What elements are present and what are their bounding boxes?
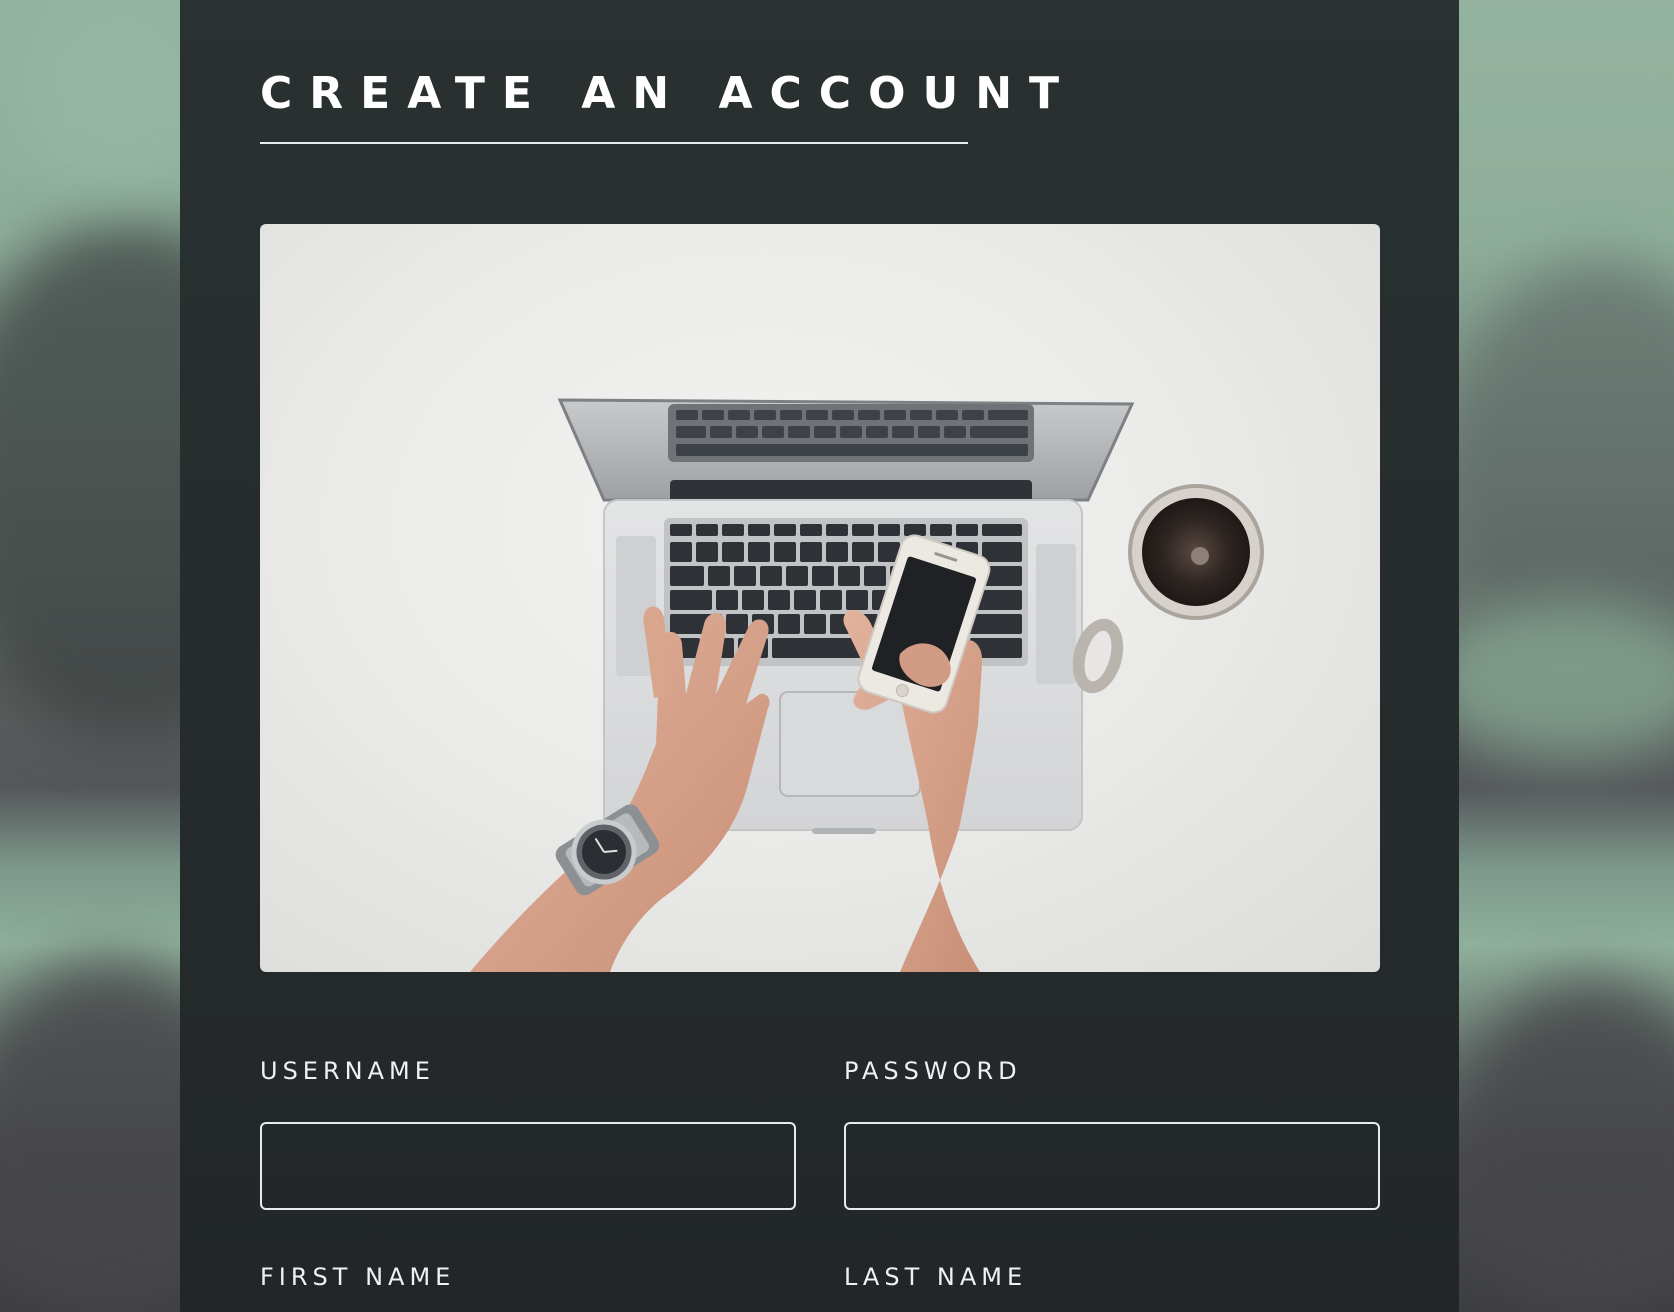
first-name-label: FIRST NAME bbox=[260, 1263, 456, 1291]
laptop-desk-illustration bbox=[470, 398, 1264, 972]
username-label: USERNAME bbox=[260, 1057, 435, 1085]
page-title-block: CREATE AN ACCOUNT bbox=[260, 64, 1077, 144]
password-label: PASSWORD bbox=[844, 1057, 1022, 1085]
last-name-label: LAST NAME bbox=[844, 1263, 1028, 1291]
signup-panel: CREATE AN ACCOUNT USERNAME PASSWORD FIRS… bbox=[180, 0, 1459, 1312]
hero-image bbox=[260, 224, 1380, 972]
username-input[interactable] bbox=[260, 1122, 796, 1210]
page-title: CREATE AN ACCOUNT bbox=[260, 68, 1077, 119]
password-input[interactable] bbox=[844, 1122, 1380, 1210]
